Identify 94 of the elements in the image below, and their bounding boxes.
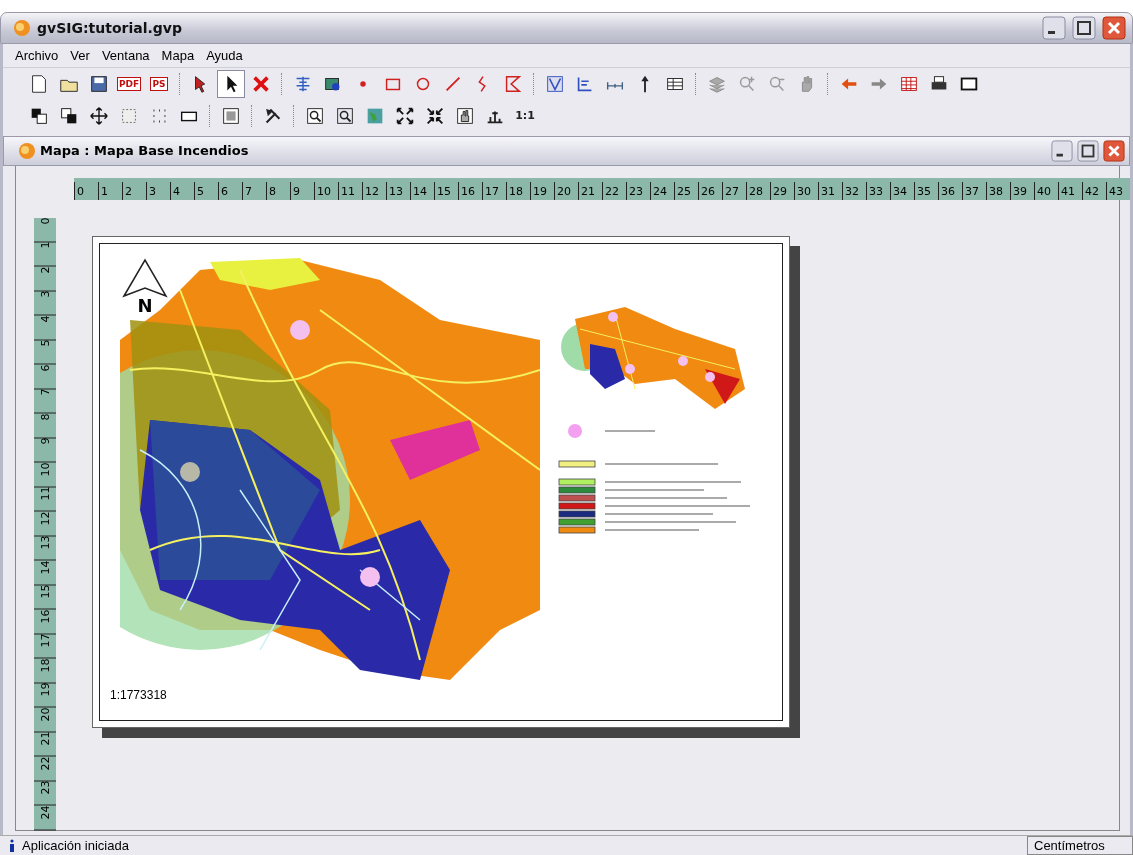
- ps-export-icon[interactable]: PS: [150, 76, 168, 91]
- app-logo-icon: [13, 18, 31, 37]
- ruler-number: 42: [1082, 181, 1106, 200]
- info-icon: [8, 838, 16, 853]
- ruler-number: 0: [34, 217, 56, 242]
- app-logo-icon: [18, 141, 36, 160]
- ruler-number: 29: [770, 181, 794, 200]
- ruler-number: 1: [98, 181, 122, 200]
- ruler-number: 0: [74, 181, 98, 200]
- ruler-number: 22: [602, 181, 626, 200]
- ruler-number: 9: [290, 181, 314, 200]
- status-message: Aplicación iniciada: [22, 838, 130, 853]
- ruler-number: 28: [746, 181, 770, 200]
- ruler-number: 24: [650, 181, 674, 200]
- ruler-number: 5: [194, 181, 218, 200]
- ruler-number: 3: [34, 291, 56, 316]
- ruler-number: 13: [386, 181, 410, 200]
- ruler-number: 21: [578, 181, 602, 200]
- ruler-number: 23: [34, 781, 56, 806]
- ruler-number: 19: [34, 683, 56, 708]
- ruler-number: 4: [34, 315, 56, 340]
- menu-item[interactable]: Ayuda: [202, 47, 247, 63]
- menu-item[interactable]: Archivo: [11, 47, 63, 63]
- ruler-number: 24: [34, 805, 56, 830]
- move-icon[interactable]: [88, 104, 110, 127]
- ruler-number: 16: [34, 609, 56, 634]
- ruler-number: 39: [1010, 181, 1034, 200]
- ruler-number: 6: [218, 181, 242, 200]
- menu-item[interactable]: Ver: [66, 47, 94, 63]
- window-title: gvSIG:tutorial.gvp: [37, 19, 183, 36]
- ruler-number: 7: [242, 181, 266, 200]
- ruler-number: 25: [674, 181, 698, 200]
- ruler-number: 11: [338, 181, 362, 200]
- ruler-number: 27: [722, 181, 746, 200]
- ruler-number: 20: [34, 707, 56, 732]
- ruler-number: 14: [34, 560, 56, 585]
- ruler-number: 2: [34, 266, 56, 291]
- ruler-number: 26: [698, 181, 722, 200]
- ruler-number: 3: [146, 181, 170, 200]
- ruler-number: 14: [410, 181, 434, 200]
- menu-item[interactable]: Ventana: [97, 47, 154, 63]
- ruler-number: 11: [34, 487, 56, 512]
- ruler-number: 7: [34, 389, 56, 414]
- ruler-number: 15: [434, 181, 458, 200]
- ruler-number: 20: [554, 181, 578, 200]
- ruler-number: 8: [266, 181, 290, 200]
- units-field: Centímetros: [1027, 836, 1133, 855]
- ruler-number: 19: [530, 181, 554, 200]
- ruler-number: 43: [1106, 181, 1130, 200]
- ruler-number: 17: [482, 181, 506, 200]
- menu-item[interactable]: Mapa: [157, 47, 199, 63]
- ruler-number: 18: [34, 658, 56, 683]
- pdf-export-icon[interactable]: PDF: [116, 76, 142, 91]
- ruler-number: 5: [34, 340, 56, 365]
- ruler-number: 6: [34, 364, 56, 389]
- ruler-number: 16: [458, 181, 482, 200]
- real-scale-icon[interactable]: 1:1: [514, 109, 536, 122]
- minimize-button[interactable]: [1051, 139, 1073, 162]
- minimize-button[interactable]: [1042, 15, 1066, 40]
- ruler-number: 8: [34, 413, 56, 438]
- ruler-number: 22: [34, 756, 56, 781]
- ruler-number: 23: [626, 181, 650, 200]
- maximize-button[interactable]: [1072, 15, 1096, 40]
- ruler-number: 10: [314, 181, 338, 200]
- north-arrow-icon: [122, 257, 168, 298]
- ruler-number: 33: [866, 181, 890, 200]
- close-button[interactable]: [1102, 15, 1126, 40]
- ruler-number: 2: [122, 181, 146, 200]
- ruler-number: 31: [818, 181, 842, 200]
- close-button[interactable]: [1103, 139, 1125, 162]
- ruler-number: 4: [170, 181, 194, 200]
- ruler-number: 18: [506, 181, 530, 200]
- ruler-number: 21: [34, 732, 56, 757]
- ruler-number: 41: [1058, 181, 1082, 200]
- ruler-number: 13: [34, 536, 56, 561]
- map-window-title: Mapa : Mapa Base Incendios: [40, 143, 250, 158]
- ruler-number: 40: [1034, 181, 1058, 200]
- ruler-number: 15: [34, 585, 56, 610]
- ruler-number: 9: [34, 438, 56, 463]
- ruler-number: 17: [34, 634, 56, 659]
- ruler-number: 36: [938, 181, 962, 200]
- scale-text: 1:1773318: [110, 687, 167, 702]
- ruler-number: 1: [34, 242, 56, 267]
- ruler-number: 32: [842, 181, 866, 200]
- north-label: N: [137, 297, 153, 314]
- maximize-button[interactable]: [1077, 139, 1099, 162]
- ruler-number: 35: [914, 181, 938, 200]
- ruler-number: 12: [34, 511, 56, 536]
- ruler-number: 38: [986, 181, 1010, 200]
- ruler-number: 12: [362, 181, 386, 200]
- ruler-number: 37: [962, 181, 986, 200]
- ruler-number: 10: [34, 462, 56, 487]
- ruler-number: 34: [890, 181, 914, 200]
- ruler-number: 30: [794, 181, 818, 200]
